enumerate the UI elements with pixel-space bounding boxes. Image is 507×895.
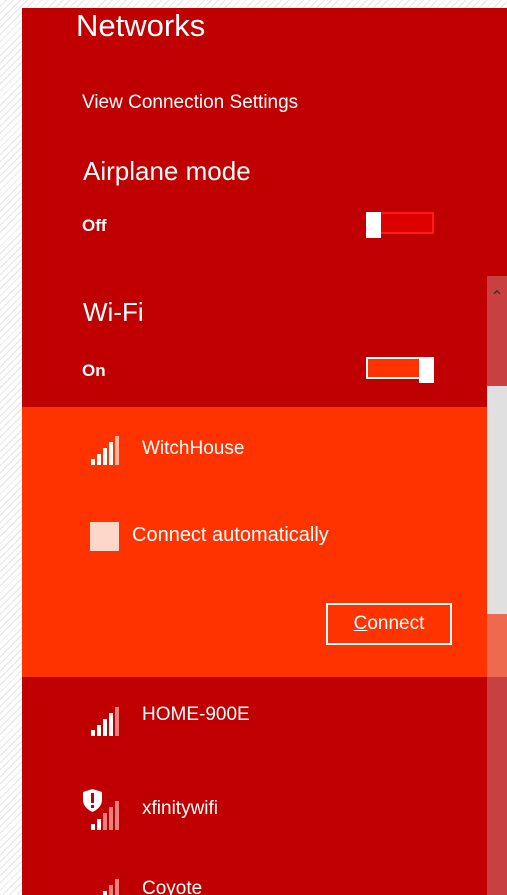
toggle-thumb xyxy=(366,212,381,238)
networks-panel: Networks View Connection Settings Airpla… xyxy=(22,8,507,895)
airplane-mode-state: Off xyxy=(82,216,107,235)
view-connection-settings-link[interactable]: View Connection Settings xyxy=(82,92,298,114)
connect-button-label: onnect xyxy=(367,613,425,634)
airplane-mode-label: Airplane mode xyxy=(83,156,251,186)
network-item-home-900e[interactable]: HOME-900E xyxy=(22,686,487,746)
wifi-signal-icon xyxy=(91,878,125,895)
network-name: xfinitywifi xyxy=(142,798,219,819)
network-item-coyote[interactable]: Coyote xyxy=(22,864,487,895)
wifi-toggle[interactable] xyxy=(366,357,434,383)
wifi-signal-icon xyxy=(91,706,125,736)
connect-button[interactable]: Connect xyxy=(326,603,452,645)
scroll-track[interactable] xyxy=(487,316,507,386)
wifi-label: Wi-Fi xyxy=(83,297,144,327)
network-name: WitchHouse xyxy=(142,438,245,459)
page-title: Networks xyxy=(76,8,206,43)
airplane-mode-toggle[interactable] xyxy=(366,212,434,238)
scroll-thumb[interactable] xyxy=(487,386,507,614)
network-name: Coyote xyxy=(142,878,203,895)
scrollbar[interactable]: ⌃ xyxy=(487,276,507,895)
network-item-xfinitywifi[interactable]: xfinitywifi xyxy=(22,774,487,834)
wifi-state: On xyxy=(82,361,106,380)
wifi-signal-icon xyxy=(91,800,125,830)
scroll-track-highlight xyxy=(487,614,507,677)
wifi-signal-icon xyxy=(91,435,125,465)
connect-automatically-checkbox[interactable] xyxy=(90,522,119,551)
network-name: HOME-900E xyxy=(142,704,250,725)
network-item-witchhouse[interactable]: WitchHouse xyxy=(22,413,487,473)
toggle-thumb xyxy=(419,357,434,383)
connect-button-accesskey: C xyxy=(353,613,368,634)
chevron-up-icon[interactable]: ⌃ xyxy=(487,276,507,316)
connect-automatically-label: Connect automatically xyxy=(132,524,329,546)
